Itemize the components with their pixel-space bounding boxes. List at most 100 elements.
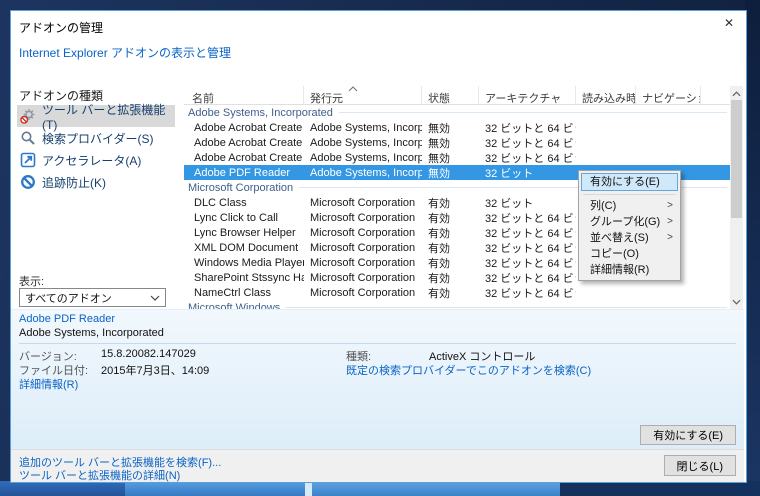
sidebar-list: ツール バーと拡張機能(T) 検索プロバイダー(S) アクセラレータ(A) 追跡防止(…: [17, 103, 175, 193]
group-header-label: Microsoft Windows: [188, 301, 281, 310]
scroll-up-icon[interactable]: [730, 87, 743, 100]
desktop-window-fragment: [125, 481, 305, 496]
menu-item-label: コピー(O): [590, 248, 639, 260]
sidebar-item[interactable]: アクセラレータ(A): [17, 149, 175, 171]
scroll-down-icon[interactable]: [730, 295, 743, 308]
search-default-provider-link[interactable]: 既定の検索プロバイダーでこのアドオンを検索(C): [346, 362, 591, 378]
cell-status: 有効: [428, 212, 450, 225]
cell-name: Lync Click to Call: [194, 211, 278, 224]
column-header[interactable]: ナビゲーショ...: [636, 86, 701, 104]
cell-publisher: Adobe Systems, Incorpo...: [310, 136, 422, 149]
cell-architecture: 32 ビットと 64 ビット: [485, 272, 576, 285]
learn-more-toolbars-link[interactable]: ツール バーと拡張機能の詳細(N): [19, 467, 180, 483]
cell-status: 無効: [428, 137, 450, 150]
desktop-taskbar-strip: [0, 481, 760, 496]
cell-architecture: 32 ビットと 64 ビット: [485, 212, 576, 225]
details-pane: Adobe PDF Reader Adobe Systems, Incorpor…: [11, 309, 744, 449]
cell-status: 無効: [428, 122, 450, 135]
submenu-arrow-icon: >: [667, 200, 673, 211]
cell-publisher: Microsoft Corporation: [310, 256, 416, 269]
menu-separator: [583, 194, 676, 195]
cell-publisher: Microsoft Corporation: [310, 196, 416, 209]
vertical-scrollbar[interactable]: [730, 86, 743, 309]
file-date-value: 2015年7月3日、14:09: [101, 365, 210, 377]
submenu-arrow-icon: >: [667, 232, 673, 243]
enable-button[interactable]: 有効にする(E): [640, 425, 736, 445]
details-publisher: Adobe Systems, Incorporated: [19, 327, 164, 339]
cell-name: Adobe Acrobat Create PDF fro...: [194, 121, 304, 134]
sort-ascending-icon: [348, 86, 358, 92]
sidebar-item[interactable]: 追跡防止(K): [17, 171, 175, 193]
dialog-title: アドオンの管理: [19, 21, 104, 35]
cell-architecture: 32 ビットと 64 ビット: [485, 122, 576, 135]
sidebar-item[interactable]: 検索プロバイダー(S): [17, 127, 175, 149]
menu-item-label: 列(C): [590, 200, 617, 212]
menu-item[interactable]: 並べ替え(S) >: [581, 230, 678, 246]
desktop-right-edge: [745, 0, 760, 496]
group-header-line: [286, 307, 727, 308]
close-button[interactable]: 閉じる(L): [663, 455, 736, 476]
desktop-window-fragment: [312, 481, 560, 496]
table-row[interactable]: NameCtrl Class Microsoft Corporation 有効 32 …: [184, 285, 730, 300]
menu-item-label: 詳細情報(R): [590, 264, 650, 276]
cell-name: Adobe Acrobat Create PDF Tool...: [194, 151, 304, 164]
column-header-label: 状態: [428, 93, 450, 104]
subtitle-link[interactable]: Internet Explorer アドオンの表示と管理: [19, 44, 231, 61]
cell-publisher: Microsoft Corporation: [310, 241, 416, 254]
show-dropdown[interactable]: すべてのアドオン: [19, 288, 166, 307]
cell-name: Adobe Acrobat Create PDF Hel...: [194, 136, 304, 149]
cell-name: SharePoint Stssync Handler: [194, 271, 304, 284]
cell-name: Windows Media Player: [194, 256, 304, 269]
cell-name: XML DOM Document: [194, 241, 299, 254]
column-header-label: アーキテクチャ: [485, 93, 562, 104]
group-header: Microsoft Windows: [184, 300, 730, 309]
group-header: Adobe Systems, Incorporated: [184, 105, 730, 120]
menu-item-label: グループ化(G): [590, 216, 661, 228]
table-row[interactable]: Adobe Acrobat Create PDF Tool... Adobe Sy…: [184, 150, 730, 165]
menu-item-label: 並べ替え(S): [590, 232, 649, 244]
menu-item[interactable]: 詳細情報(R): [581, 262, 678, 278]
details-addon-name[interactable]: Adobe PDF Reader: [19, 313, 115, 325]
cell-architecture: 32 ビットと 64 ビット: [485, 287, 576, 300]
column-header[interactable]: 発行元: [304, 86, 422, 104]
column-header[interactable]: 名前: [184, 86, 304, 104]
sidebar-item-label: アクセラレータ(A): [42, 153, 142, 168]
cell-architecture: 32 ビットと 64 ビット: [485, 137, 576, 150]
menu-item[interactable]: 有効にする(E): [581, 173, 678, 191]
cell-name: NameCtrl Class: [194, 286, 272, 299]
show-dropdown-value: すべてのアドオン: [25, 292, 112, 305]
cell-status: 有効: [428, 227, 450, 240]
cell-name: Lync Browser Helper: [194, 226, 296, 239]
cell-architecture: 32 ビットと 64 ビット: [485, 152, 576, 165]
table-row[interactable]: Adobe Acrobat Create PDF fro... Adobe Sys…: [184, 120, 730, 135]
column-header-label: 読み込み時...: [582, 93, 636, 104]
desktop-background: アドオンの管理 ✕ Internet Explorer アドオンの表示と管理 ア…: [0, 0, 760, 496]
details-divider: [19, 343, 736, 344]
more-information-link[interactable]: 詳細情報(R): [19, 376, 78, 392]
column-header-label: 発行元: [310, 93, 343, 104]
cell-publisher: Microsoft Corporation: [310, 226, 416, 239]
toolbars-extensions-icon: [20, 108, 36, 124]
cell-architecture: 32 ビットと 64 ビット: [485, 227, 576, 240]
cell-publisher: Microsoft Corporation: [310, 211, 416, 224]
menu-item-label: 有効にする(E): [590, 176, 660, 188]
column-header-label: ナビゲーショ...: [642, 93, 700, 104]
group-header-label: Adobe Systems, Incorporated: [188, 106, 333, 119]
close-icon[interactable]: ✕: [714, 12, 744, 34]
column-header[interactable]: 読み込み時...: [576, 86, 636, 104]
sidebar-item[interactable]: ツール バーと拡張機能(T): [17, 103, 175, 132]
menu-item[interactable]: コピー(O): [581, 246, 678, 262]
scrollbar-thumb[interactable]: [731, 100, 742, 218]
show-label: 表示:: [19, 276, 45, 288]
accelerator-icon: [20, 152, 36, 168]
column-header[interactable]: アーキテクチャ: [479, 86, 576, 104]
cell-status: 有効: [428, 287, 450, 300]
menu-item[interactable]: 列(C) >: [581, 198, 678, 214]
column-header[interactable]: 状態: [422, 86, 479, 104]
cell-publisher: Microsoft Corporation: [310, 271, 416, 284]
table-row[interactable]: Adobe Acrobat Create PDF Hel... Adobe Sys…: [184, 135, 730, 150]
cell-status: 無効: [428, 152, 450, 165]
sidebar-item-label: 追跡防止(K): [42, 175, 106, 190]
cell-architecture: 32 ビットと 64 ビット: [485, 257, 576, 270]
menu-item[interactable]: グループ化(G) >: [581, 214, 678, 230]
